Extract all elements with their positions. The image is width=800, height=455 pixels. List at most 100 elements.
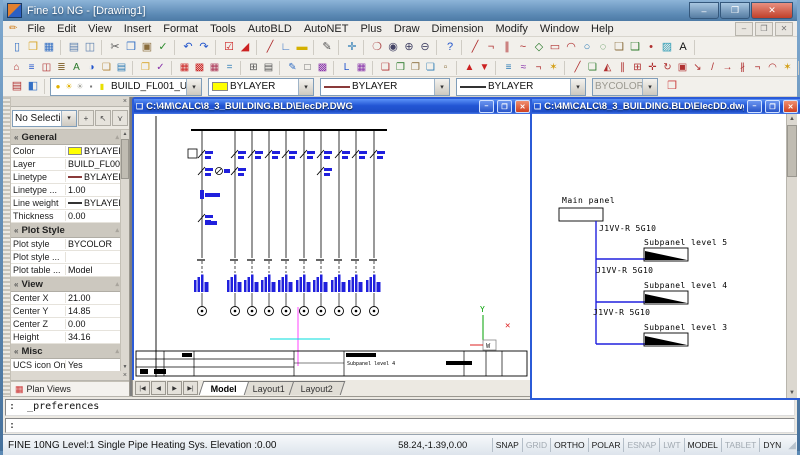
ellipse-icon[interactable]: ◌	[595, 40, 611, 55]
fill-up-icon[interactable]: ▲	[462, 61, 477, 75]
fine-copy-icon[interactable]: ❏	[99, 61, 114, 75]
collapse-chevron-icon[interactable]: «	[14, 133, 18, 142]
insert-block-icon[interactable]: ❏	[611, 40, 627, 55]
arc-icon[interactable]: ◠	[563, 40, 579, 55]
drawing-window-elecdp[interactable]: ❑ C:\4M\CALC\8_3_BUILDING.BLD\ElecDP.DWG…	[132, 97, 534, 384]
lineweight-combo[interactable]: BYLAYER ▾	[456, 78, 586, 96]
polyline-icon[interactable]: ¬	[483, 40, 499, 55]
palette-grip[interactable]	[3, 97, 11, 396]
pan-icon[interactable]: ✛	[344, 40, 360, 55]
menu-draw[interactable]: Draw	[388, 23, 426, 35]
elecdp-canvas[interactable]: YW✕Subpanel level 4	[134, 114, 528, 378]
distance-icon[interactable]: ╱	[262, 40, 278, 55]
menu-help[interactable]: Help	[585, 23, 620, 35]
area-icon[interactable]: ▬	[294, 40, 310, 55]
section-header-general[interactable]: «General▴	[11, 130, 129, 145]
explode-icon[interactable]: ✶	[780, 61, 795, 75]
selection-combo-arrow-icon[interactable]: ▾	[61, 111, 76, 126]
lweight-icon[interactable]: ≡	[501, 61, 516, 75]
spell-check-icon[interactable]: ☑	[221, 40, 237, 55]
tab-prev-button[interactable]: ◀	[151, 381, 166, 395]
net-colors-icon[interactable]: ▦	[177, 61, 192, 75]
fine-orient-icon[interactable]: ◑	[84, 61, 99, 75]
match-properties-icon[interactable]: ✓	[155, 40, 171, 55]
region-icon[interactable]: ▩	[315, 61, 330, 75]
offset-icon[interactable]: ∥	[615, 61, 630, 75]
menu-tools[interactable]: Tools	[204, 23, 242, 35]
resize-grip-icon[interactable]: ◢	[784, 440, 797, 451]
layer-combo-arrow-icon[interactable]: ▾	[186, 79, 201, 95]
scroll-down-icon[interactable]: ▼	[123, 363, 128, 371]
color-combo[interactable]: BYLAYER ▾	[208, 78, 314, 96]
table-icon[interactable]: ⊞	[246, 61, 261, 75]
net-grid-icon[interactable]: ▩	[192, 61, 207, 75]
array-icon[interactable]: ⊞	[630, 61, 645, 75]
help-icon[interactable]: ?	[442, 40, 458, 55]
style-icon[interactable]: ✶	[546, 61, 561, 75]
chamfer-icon[interactable]: ¬	[750, 61, 765, 75]
rectangle-icon[interactable]: ▭	[547, 40, 563, 55]
selection-combo[interactable]: No Selection ▾	[12, 110, 77, 127]
menu-file[interactable]: File	[21, 23, 51, 35]
fill-down-icon[interactable]: ▼	[477, 61, 492, 75]
elecdd-maximize-button[interactable]: ❐	[765, 100, 780, 113]
ucs-dialog-icon[interactable]: ▦	[354, 61, 369, 75]
fine-building-icon[interactable]: ⌂	[9, 61, 24, 75]
linetype-combo-arrow-icon[interactable]: ▾	[434, 79, 449, 95]
child-restore-button[interactable]: ❐	[755, 22, 773, 36]
redo-icon[interactable]: ↷	[196, 40, 212, 55]
elecdd-canvas[interactable]: Main panelJ1VV-R 5G10Subpanel level 5J1V…	[532, 114, 786, 394]
scroll-down-icon[interactable]: ▼	[789, 388, 795, 398]
zoom-in-icon[interactable]: ⊕	[401, 40, 417, 55]
toggle-model[interactable]: MODEL	[684, 438, 721, 452]
elecdp-title-bar[interactable]: ❑ C:\4M\CALC\8_3_BUILDING.BLD\ElecDP.DWG…	[134, 99, 532, 114]
elecdd-minimize-button[interactable]: –	[747, 100, 762, 113]
layer-combo[interactable]: ●☀☀▪▮ BUILD_FL001_US ▾	[50, 78, 202, 96]
tab-model[interactable]: Model	[199, 381, 250, 395]
section-header-plot-style[interactable]: «Plot Style▴	[11, 223, 129, 238]
toggle-polar[interactable]: POLAR	[588, 438, 624, 452]
layer-previous-icon[interactable]: ◧	[25, 79, 41, 94]
maximize-button[interactable]: ❐	[720, 2, 750, 19]
elecdd-title-bar[interactable]: ❑ C:\4M\CALC\8_3_BUILDING.BLD\ElecDD.dwg…	[532, 99, 800, 114]
ucs-icon[interactable]: L	[339, 61, 354, 75]
tab-layout2[interactable]: Layout2	[289, 381, 346, 395]
menu-dimension[interactable]: Dimension	[426, 23, 490, 35]
net-table-icon[interactable]: ▦	[207, 61, 222, 75]
polygon-icon[interactable]: ◇	[531, 40, 547, 55]
tab-next-button[interactable]: ▶	[167, 381, 182, 395]
elecdp-maximize-button[interactable]: ❐	[497, 100, 512, 113]
fine-opening-icon[interactable]: ◫	[39, 61, 54, 75]
collapse-chevron-icon[interactable]: «	[14, 347, 18, 356]
image-icon[interactable]: ❏	[423, 61, 438, 75]
layer-manager-icon[interactable]: ▤	[9, 79, 25, 94]
layers-state-icon[interactable]: ≈	[516, 61, 531, 75]
open-icon[interactable]: ❐	[25, 40, 41, 55]
palette-divider[interactable]: ×	[11, 371, 129, 381]
tab-first-button[interactable]: |◀	[135, 381, 150, 395]
select-objects-button[interactable]: ↖	[95, 110, 111, 126]
plan-views-close-icon[interactable]: ×	[123, 372, 127, 379]
command-input[interactable]: :	[5, 418, 795, 433]
lineweight-combo-arrow-icon[interactable]: ▾	[570, 79, 585, 95]
print-preview-icon[interactable]: ◫	[82, 40, 98, 55]
toggle-esnap[interactable]: ESNAP	[623, 438, 659, 452]
circle-icon[interactable]: ○	[579, 40, 595, 55]
print-icon[interactable]: ▤	[66, 40, 82, 55]
color-combo-arrow-icon[interactable]: ▾	[298, 79, 313, 95]
leader-icon[interactable]: ¬	[531, 61, 546, 75]
elecdd-close-button[interactable]: ✕	[783, 100, 798, 113]
erase-icon[interactable]: ╱	[570, 61, 585, 75]
fine-library-icon[interactable]: ▤	[114, 61, 129, 75]
section-header-view[interactable]: «View▴	[11, 277, 129, 292]
move-icon[interactable]: ✛	[645, 61, 660, 75]
elecdp-minimize-button[interactable]: –	[479, 100, 494, 113]
hatch-icon[interactable]: ▨	[659, 40, 675, 55]
elecdd-vertical-scrollbar[interactable]: ▲ ▼	[786, 114, 797, 398]
mirror-icon[interactable]: ◭	[600, 61, 615, 75]
menu-autobld[interactable]: AutoBLD	[242, 23, 298, 35]
spline-icon[interactable]: ~	[515, 40, 531, 55]
copy-obj-icon[interactable]: ❏	[585, 61, 600, 75]
menu-autonet[interactable]: AutoNET	[298, 23, 355, 35]
scroll-up-icon[interactable]: ▲	[789, 114, 795, 124]
